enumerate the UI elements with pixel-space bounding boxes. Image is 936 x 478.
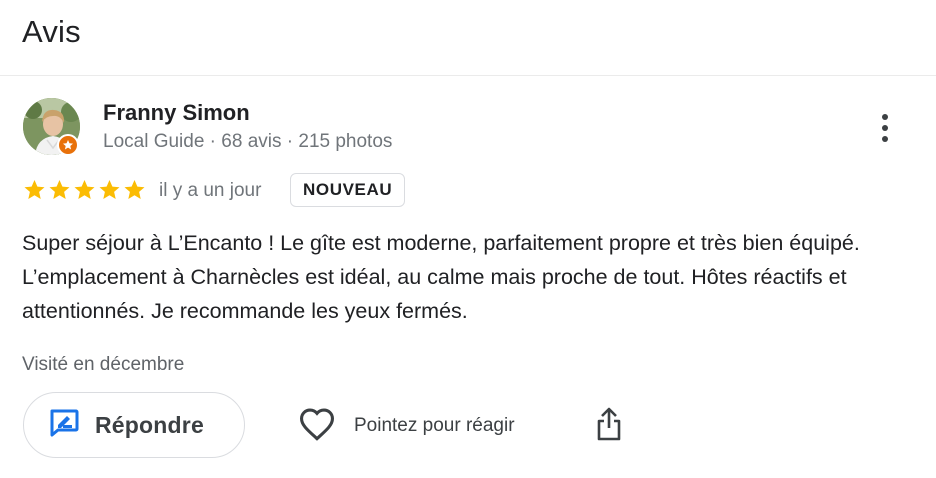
review-date: il y a un jour <box>159 180 262 201</box>
author-meta: Local Guide · 68 avis · 215 photos <box>103 131 393 152</box>
review-text: Super séjour à L’Encanto ! Le gîte est m… <box>22 231 860 323</box>
divider <box>0 75 936 76</box>
more-vertical-icon-dot <box>882 125 888 131</box>
star-icon <box>124 180 145 199</box>
local-guide-star-icon <box>57 134 79 156</box>
heart-outline-icon <box>298 407 336 446</box>
visit-date: Visité en décembre <box>22 354 185 375</box>
star-icon <box>99 180 120 199</box>
reply-label: Répondre <box>95 411 204 438</box>
new-badge: NOUVEAU <box>290 173 406 207</box>
more-vertical-icon <box>882 114 888 120</box>
reply-edit-icon <box>49 409 79 442</box>
react-button[interactable]: Pointez pour réagir <box>298 404 515 448</box>
share-button[interactable] <box>592 404 626 448</box>
star-icon <box>49 180 70 199</box>
more-vertical-icon-dot <box>882 136 888 142</box>
review-panel: Avis Franny Simon Local Guide · 68 avis … <box>0 0 936 478</box>
star-rating <box>22 178 147 202</box>
avatar[interactable] <box>23 98 80 156</box>
star-icon <box>74 180 95 199</box>
section-title: Avis <box>22 14 81 49</box>
reply-button[interactable]: Répondre <box>23 392 245 458</box>
more-options-button[interactable] <box>868 108 902 148</box>
star-icon <box>24 180 45 199</box>
share-icon <box>595 406 623 447</box>
react-label: Pointez pour réagir <box>354 415 515 436</box>
author-name[interactable]: Franny Simon <box>103 100 250 126</box>
